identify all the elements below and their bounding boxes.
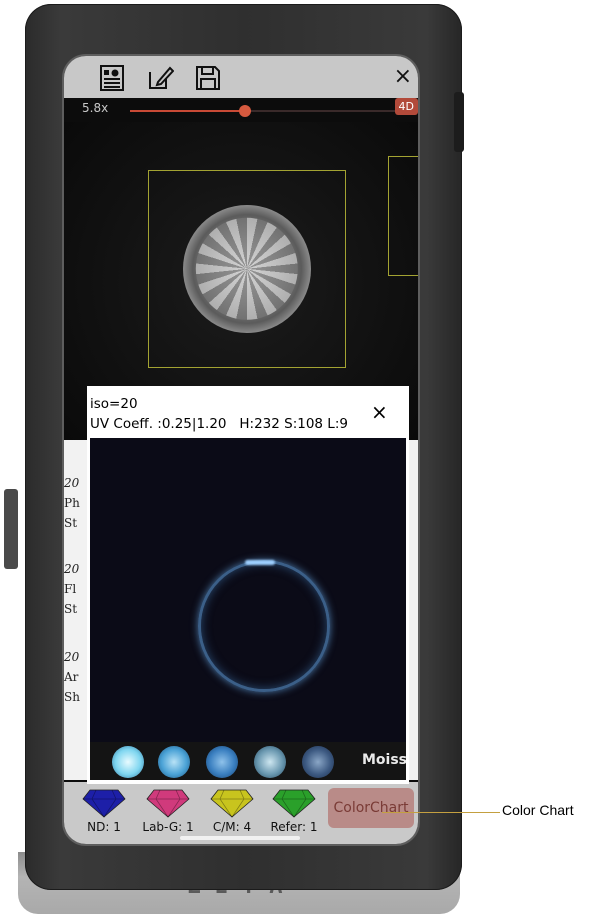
side-button [4,489,18,569]
list-text: St [64,516,78,530]
iso-text: iso=20 [90,396,138,412]
bottom-bar: ND: 1 Lab-G: 1 C/M: 4 Refer: 1 ColorChart [64,782,418,844]
gem-count-label: Refer: 1 [270,820,318,834]
edit-icon[interactable] [146,64,174,92]
callout-label: Color Chart [502,802,574,818]
detection-box[interactable] [148,170,346,368]
list-text: Sh [64,690,80,704]
gem-count-label: C/M: 4 [212,820,252,834]
callout-line [382,812,500,813]
popup-header: iso=20 UV Coeff. :0.25|1.20 H:232 S:108 … [87,386,409,436]
reference-swatch[interactable] [112,746,144,778]
close-icon[interactable]: × [371,400,388,424]
list-text: 20 [64,476,80,490]
list-text: Ar [64,670,79,684]
home-indicator [180,836,300,840]
toolbar: × [64,56,418,98]
color-chart-button[interactable]: ColorChart [328,788,414,828]
zoom-level: 5.8x [82,101,109,115]
uv-popup: iso=20 UV Coeff. :0.25|1.20 H:232 S:108 … [87,386,409,784]
uv-image: Moiss [90,438,406,780]
reference-swatch-row: Moiss [90,742,406,780]
reference-swatch[interactable] [206,746,238,778]
zoom-slider-fill [130,110,246,112]
reference-swatch[interactable] [254,746,286,778]
close-icon[interactable]: × [394,64,412,89]
gemstone-image [183,205,311,333]
gem-count-label: Lab-G: 1 [142,820,194,834]
gem-icon[interactable] [272,788,316,818]
gem-icon[interactable] [146,788,190,818]
zoom-slider-thumb[interactable] [239,105,252,117]
reference-label: Moiss [362,752,406,768]
list-text: St [64,602,78,616]
gem-icon[interactable] [210,788,254,818]
uv-glow-ring [198,560,330,692]
gem-icon[interactable] [82,788,126,818]
uv-coefficient-text: UV Coeff. :0.25|1.20 H:232 S:108 L:9 [90,416,348,432]
list-text: Ph [64,496,80,510]
list-text: 20 [64,562,80,576]
power-button [454,92,464,152]
zoom-slider[interactable] [130,105,398,117]
gem-count-label: ND: 1 [87,820,121,834]
report-icon[interactable] [98,64,126,92]
save-icon[interactable] [194,64,222,92]
reference-swatch[interactable] [302,746,334,778]
reference-swatch[interactable] [158,746,190,778]
list-text: Fl [64,582,77,596]
zoom-control: 5.8x 4D [64,98,418,122]
list-text: 20 [64,650,80,664]
detection-box-secondary[interactable] [388,156,418,276]
mode-badge[interactable]: 4D [394,98,418,115]
